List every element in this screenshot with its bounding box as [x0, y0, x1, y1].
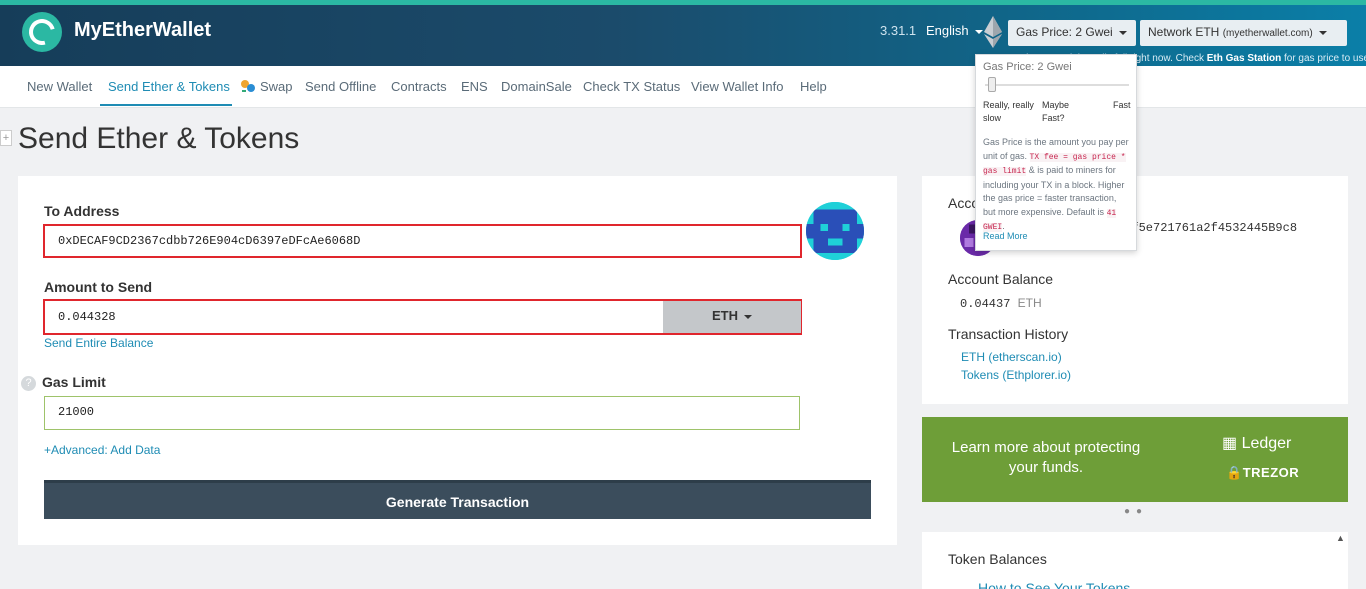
brand-name[interactable]: MyEtherWallet	[74, 19, 211, 42]
slider-label-slow: Really, really slow	[983, 100, 1034, 123]
network-sublabel: (myetherwallet.com)	[1222, 28, 1313, 39]
page-title: Send Ether & Tokens	[18, 122, 300, 155]
ethplorer-link[interactable]: Tokens (Ethplorer.io)	[961, 368, 1071, 382]
language-label: English	[926, 23, 969, 38]
amount-value: 0.044328	[58, 310, 116, 324]
account-balance-heading: Account Balance	[948, 271, 1054, 287]
gas-price-dropdown[interactable]: Gas Price: 2 Gwei	[1008, 20, 1136, 46]
token-balances-card: Token Balances How to See Your Tokens	[922, 532, 1348, 589]
gas-price-label: Gas Price: 2 Gwei	[1016, 25, 1113, 39]
tx-history-heading: Transaction History	[948, 326, 1069, 342]
to-address-label: To Address	[44, 203, 120, 219]
gas-note-text-end: for gas price to use.	[1281, 53, 1366, 64]
send-entire-balance-link[interactable]: Send Entire Balance	[44, 336, 153, 350]
gas-price-popover: Gas Price: 2 Gwei Really, really slow Ma…	[975, 54, 1137, 251]
chevron-down-icon	[744, 314, 752, 319]
ethereum-icon	[984, 16, 1002, 48]
amount-label: Amount to Send	[44, 279, 153, 295]
nav-check-tx-status[interactable]: Check TX Status	[583, 79, 680, 94]
network-dropdown[interactable]: Network ETH (myetherwallet.com)	[1140, 20, 1347, 46]
nav-view-wallet-info[interactable]: View Wallet Info	[691, 79, 784, 94]
desc-text-end: .	[1002, 221, 1005, 231]
main-nav: New Wallet Send Ether & Tokens Swap Send…	[0, 66, 1366, 108]
nav-send-offline[interactable]: Send Offline	[305, 79, 376, 94]
trezor-label: TREZOR	[1242, 465, 1300, 480]
nav-new-wallet[interactable]: New Wallet	[27, 79, 92, 94]
gas-limit-label: Gas Limit	[42, 374, 106, 390]
promo-text: Learn more about protecting your funds.	[951, 439, 1141, 476]
lock-icon: 🔒	[1226, 465, 1243, 480]
gas-price-slider[interactable]	[985, 84, 1129, 86]
top-header: MyEtherWallet 3.31.1 English Gas Price: …	[0, 0, 1366, 66]
balance-value: 0.04437	[960, 297, 1011, 311]
mew-logo-icon[interactable]	[22, 12, 62, 52]
balance-amount: 0.04437 ETH	[960, 296, 1042, 311]
token-balances-heading: Token Balances	[948, 551, 1047, 567]
currency-dropdown[interactable]: ETH	[663, 301, 801, 333]
trezor-logo: 🔒TREZOR	[1226, 465, 1299, 481]
amount-input[interactable]: 0.044328 ETH	[43, 299, 802, 335]
balance-unit: ETH	[1017, 296, 1042, 310]
gas-limit-input[interactable]: 21000	[44, 396, 800, 430]
nav-ens[interactable]: ENS	[461, 79, 488, 94]
chevron-down-icon	[974, 29, 983, 34]
send-form-card: To Address 0xDECAF9CD2367cdbb726E904cD63…	[18, 176, 897, 545]
ledger-icon: ▦	[1222, 435, 1242, 452]
language-dropdown[interactable]: English	[926, 23, 983, 38]
nav-contracts[interactable]: Contracts	[391, 79, 447, 94]
chevron-down-icon	[1118, 30, 1127, 35]
active-tab-indicator	[100, 104, 232, 106]
nav-swap[interactable]: Swap	[240, 79, 293, 94]
chevron-down-icon	[1318, 30, 1327, 35]
eth-gas-station-link[interactable]: Eth Gas Station	[1207, 53, 1281, 64]
version-label: 3.31.1	[880, 23, 917, 38]
gas-price-description: Gas Price is the amount you pay per unit…	[983, 136, 1131, 235]
to-address-input[interactable]: 0xDECAF9CD2367cdbb726E904cD6397eDFcAe606…	[43, 224, 802, 258]
help-icon[interactable]: ?	[21, 376, 36, 391]
gas-slider-handle[interactable]	[987, 77, 996, 92]
expand-plus-icon[interactable]: +	[0, 130, 12, 146]
network-label: Network ETH	[1148, 25, 1220, 39]
advanced-add-data-link[interactable]: +Advanced: Add Data	[44, 443, 160, 457]
nav-help[interactable]: Help	[800, 79, 827, 94]
ledger-logo: ▦ Ledger	[1222, 433, 1291, 453]
carousel-dots[interactable]: ●●	[1124, 506, 1148, 517]
slider-label-fast: Fast	[1113, 100, 1131, 110]
currency-label: ETH	[712, 308, 738, 323]
read-more-link[interactable]: Read More	[983, 231, 1028, 241]
hardware-wallet-promo[interactable]: Learn more about protecting your funds. …	[922, 417, 1348, 502]
nav-swap-label: Swap	[260, 79, 293, 94]
popover-title: Gas Price: 2 Gwei	[983, 61, 1072, 73]
account-address-value: a9f5e721761a2f4532445B9c8	[1117, 221, 1298, 235]
how-to-see-tokens-link[interactable]: How to See Your Tokens	[978, 580, 1130, 589]
nav-domainsale[interactable]: DomainSale	[501, 79, 572, 94]
slider-label-maybe: Maybe Fast?	[1042, 100, 1070, 123]
swap-icon	[241, 80, 255, 92]
scroll-up-arrow-icon[interactable]: ▲	[1336, 533, 1345, 543]
generate-transaction-button[interactable]: Generate Transaction	[44, 480, 871, 519]
nav-send-ether-tokens[interactable]: Send Ether & Tokens	[108, 79, 230, 94]
etherscan-link[interactable]: ETH (etherscan.io)	[961, 350, 1062, 364]
address-identicon	[806, 202, 864, 260]
ledger-label: Ledger	[1241, 435, 1292, 452]
